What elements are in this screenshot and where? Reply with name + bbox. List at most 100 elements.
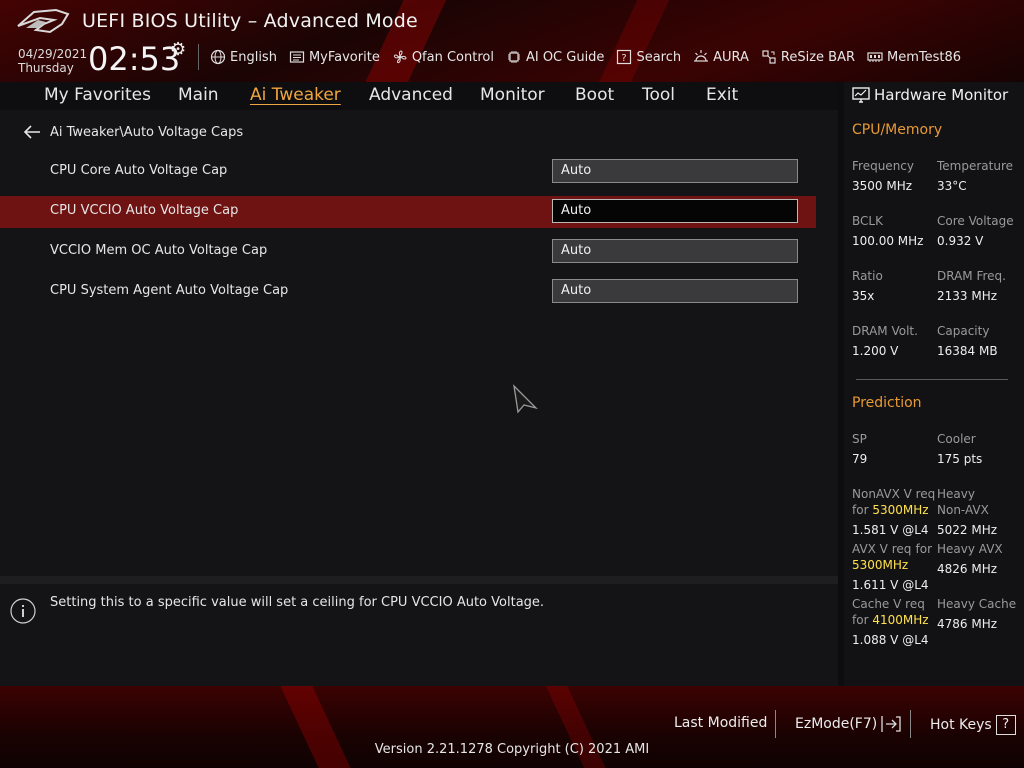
resize-bar-icon [762,50,776,64]
setting-row-cpu-core-voltage-cap[interactable]: CPU Core Auto Voltage Cap Auto [0,156,816,188]
setting-value-field[interactable]: Auto [552,159,798,183]
header: UEFI BIOS Utility – Advanced Mode 04/29/… [0,0,1024,82]
tab-monitor[interactable]: Monitor [480,85,545,105]
tab-exit[interactable]: Exit [706,85,738,105]
capacity-value: 16384 MB [937,344,998,358]
language-button[interactable]: English [210,49,277,65]
memory-icon [867,52,883,62]
ezmode-button[interactable]: EzMode(F7) [795,715,902,733]
ratio-label: Ratio [852,269,883,283]
tab-ai-tweaker[interactable]: Ai Tweaker [250,85,341,105]
back-button[interactable]: Ai Tweaker\Auto Voltage Caps [22,124,243,140]
cooler-value: 175 pts [937,452,983,466]
dram-freq-label: DRAM Freq. [937,269,1006,283]
dram-volt-label: DRAM Volt. [852,324,918,338]
back-arrow-icon [23,125,40,139]
help-text: Setting this to a specific value will se… [50,595,545,610]
gear-icon[interactable]: ⚙ [170,41,188,59]
memtest86-button[interactable]: MemTest86 [867,49,961,65]
settings-panel: Ai Tweaker\Auto Voltage Caps CPU Core Au… [0,110,838,576]
hardware-monitor-panel: Hardware Monitor CPU/Memory Frequency 35… [844,82,1024,686]
temperature-value: 33°C [937,179,967,193]
last-modified-button[interactable]: Last Modified [674,715,767,731]
memtest86-label: MemTest86 [887,49,962,65]
myfavorite-button[interactable]: MyFavorite [289,49,380,65]
cache-value: 1.088 V @L4 [852,633,929,647]
resize-bar-button[interactable]: ReSize BAR [761,49,855,65]
nonavx-freq: 5300MHz [872,503,929,517]
dram-volt-value: 1.200 V [852,344,899,358]
hardware-monitor-header: Hardware Monitor [852,86,1008,104]
divider [910,710,911,738]
version-text: Version 2.21.1278 Copyright (C) 2021 AMI [374,742,650,757]
aura-light-icon [694,50,709,62]
ezmode-label: EzMode(F7) [795,716,878,732]
aura-label: AURA [713,49,749,65]
favorite-list-icon [289,51,305,63]
date-display: 04/29/2021 [18,47,88,61]
tab-advanced[interactable]: Advanced [369,85,453,105]
dram-freq-value: 2133 MHz [937,289,998,303]
cpu-memory-title: CPU/Memory [852,122,943,138]
cache-for: for [852,613,869,627]
aura-button[interactable]: AURA [693,49,749,65]
divider [856,379,1008,380]
myfavorite-label: MyFavorite [308,49,380,65]
divider [0,576,838,584]
heavy-nonavx-value: 5022 MHz [937,523,998,537]
hot-keys-label: Hot Keys [930,717,992,733]
avx-freq: 5300MHz [852,558,909,572]
divider [198,44,199,70]
help-panel: Setting this to a specific value will se… [0,584,838,686]
heavy-avx-label: Heavy AVX [937,542,1003,556]
setting-value-field[interactable]: Auto [552,199,798,223]
help-box-icon: ? [617,49,632,65]
fan-icon [393,50,407,64]
monitor-icon [852,87,870,103]
heavy-avx-value: 4826 MHz [937,562,998,576]
tab-main[interactable]: Main [178,85,219,105]
setting-label: CPU VCCIO Auto Voltage Cap [50,203,239,218]
ai-oc-guide-label: AI OC Guide [525,49,605,65]
cooler-label: Cooler [937,432,976,446]
nonavx-for-line: for 5300MHz [852,502,929,518]
day-display: Thursday [18,61,74,75]
nonavx-for: for [852,503,869,517]
avx-value: 1.611 V @L4 [852,578,929,592]
setting-value-field[interactable]: Auto [552,239,798,263]
cache-label: Cache V req [852,597,925,611]
nonavx-value: 1.581 V @L4 [852,523,929,537]
mouse-cursor-icon [513,384,538,414]
core-voltage-label: Core Voltage [937,214,1014,228]
clock: 02:53 [88,40,181,78]
avx-label-line: AVX V req for [852,541,932,557]
heavy-nonavx-label-1: Heavy [937,487,975,501]
heavy-nonavx-label-2: Non-AVX [937,503,989,517]
setting-label: CPU Core Auto Voltage Cap [50,163,228,178]
ai-oc-guide-button[interactable]: AI OC Guide [506,49,604,65]
setting-row-vccio-mem-oc-voltage-cap[interactable]: VCCIO Mem OC Auto Voltage Cap Auto [0,236,816,268]
bclk-value: 100.00 MHz [852,234,924,248]
hot-keys-button[interactable]: Hot Keys ? [930,715,1016,735]
search-button[interactable]: ? Search [616,49,681,65]
toolbar: English MyFavorite Qfan Control AI OC Gu… [210,47,973,67]
exit-arrow-icon [881,716,901,732]
tab-my-favorites[interactable]: My Favorites [44,85,151,105]
avx-label: AVX V req [852,542,912,556]
qfan-control-button[interactable]: Qfan Control [392,49,494,65]
temperature-label: Temperature [937,159,1014,173]
info-icon [10,598,36,624]
avx-for: for [915,542,933,556]
tab-boot[interactable]: Boot [575,85,614,105]
setting-row-cpu-vccio-voltage-cap[interactable]: CPU VCCIO Auto Voltage Cap Auto [0,196,816,228]
app-title: UEFI BIOS Utility – Advanced Mode [82,10,418,32]
tab-tool[interactable]: Tool [642,85,675,105]
main-nav: My Favorites Main Ai Tweaker Advanced Mo… [0,82,838,110]
nonavx-label: NonAVX V req [852,487,936,501]
ratio-value: 35x [852,289,875,303]
frequency-label: Frequency [852,159,914,173]
footer: Last Modified EzMode(F7) Hot Keys ? Vers… [0,686,1024,768]
setting-row-cpu-system-agent-voltage-cap[interactable]: CPU System Agent Auto Voltage Cap Auto [0,276,816,308]
setting-label: VCCIO Mem OC Auto Voltage Cap [50,243,268,258]
setting-value-field[interactable]: Auto [552,279,798,303]
